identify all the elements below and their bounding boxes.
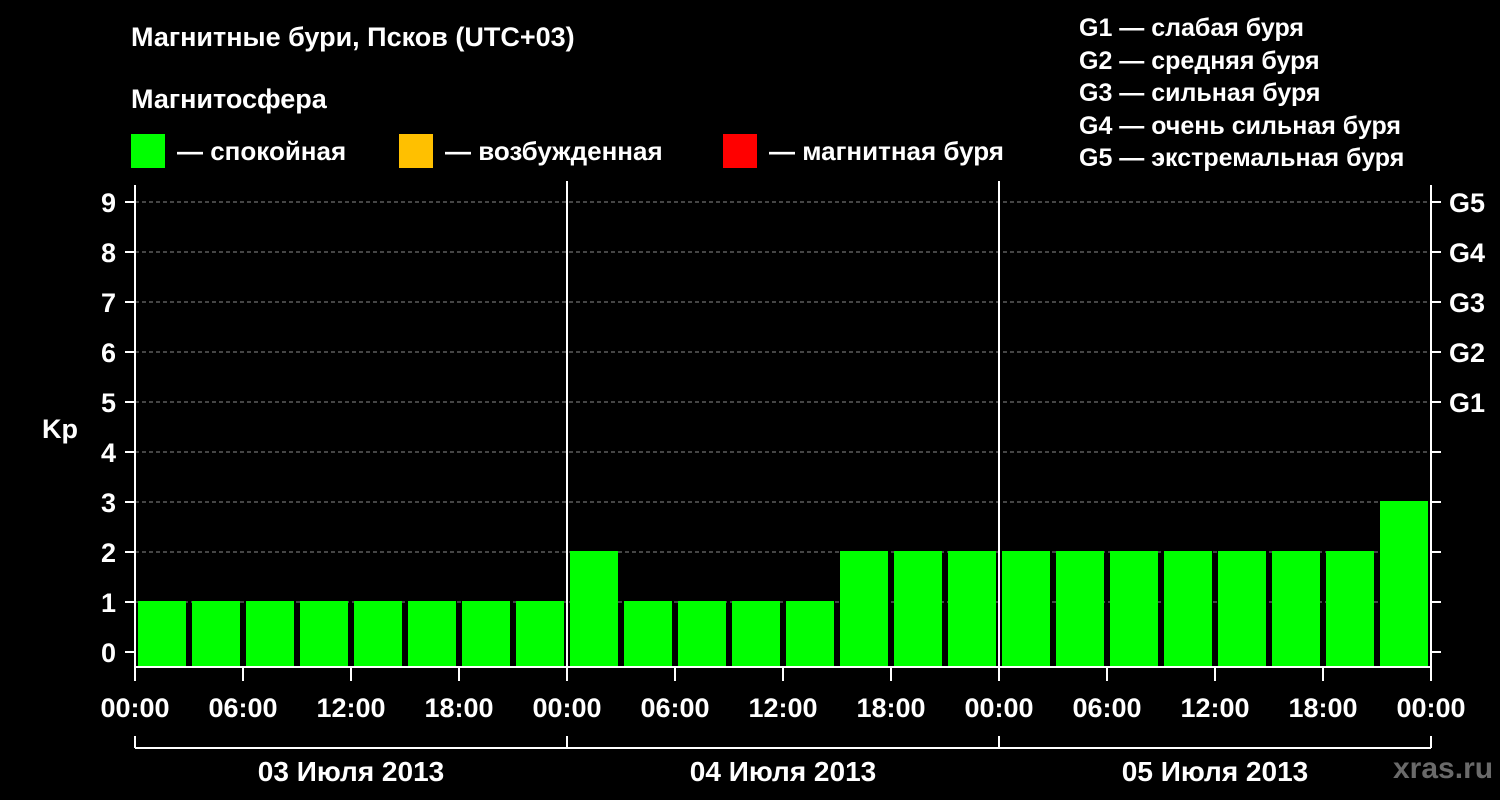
- y-tick-label: 9: [101, 188, 116, 218]
- y-tick-label: 2: [101, 538, 116, 568]
- y-tick-label: 8: [101, 238, 116, 268]
- y-tick-label: 3: [101, 488, 116, 518]
- kp-bar: [894, 551, 942, 667]
- day-label: 04 Июля 2013: [690, 756, 876, 787]
- y-tick-label: 0: [101, 638, 116, 668]
- x-tick-label: 12:00: [316, 693, 385, 723]
- x-tick-label: 18:00: [856, 693, 925, 723]
- kp-bar: [354, 601, 402, 667]
- kp-bar: [678, 601, 726, 667]
- x-tick-label: 00:00: [100, 693, 169, 723]
- x-tick-label: 00:00: [1396, 693, 1465, 723]
- x-tick-label: 06:00: [208, 693, 277, 723]
- kp-bar: [786, 601, 834, 667]
- kp-bar: [1326, 551, 1374, 667]
- g-level-label: G5: [1449, 188, 1485, 218]
- x-tick-label: 18:00: [1288, 693, 1357, 723]
- kp-bar: [246, 601, 294, 667]
- g-level-label: G4: [1449, 238, 1485, 268]
- kp-bar: [516, 601, 564, 667]
- y-tick-label: 1: [101, 588, 116, 618]
- kp-bar: [408, 601, 456, 667]
- kp-bar: [1272, 551, 1320, 667]
- kp-bar: [624, 601, 672, 667]
- kp-bar: [570, 551, 618, 667]
- kp-bar: [192, 601, 240, 667]
- g-level-label: G3: [1449, 288, 1485, 318]
- kp-bar: [1056, 551, 1104, 667]
- watermark: xras.ru: [1393, 752, 1494, 785]
- x-tick-label: 00:00: [964, 693, 1033, 723]
- x-tick-label: 06:00: [1072, 693, 1141, 723]
- kp-bar: [138, 601, 186, 667]
- g-level-label: G2: [1449, 338, 1485, 368]
- y-tick-label: 7: [101, 288, 116, 318]
- x-tick-label: 06:00: [640, 693, 709, 723]
- kp-bar: [732, 601, 780, 667]
- kp-bar: [948, 551, 996, 667]
- y-tick-label: 5: [101, 388, 116, 418]
- y-axis-label: Kp: [42, 414, 78, 444]
- kp-bar: [300, 601, 348, 667]
- day-label: 03 Июля 2013: [258, 756, 444, 787]
- kp-bar: [1164, 551, 1212, 667]
- kp-bar: [462, 601, 510, 667]
- x-tick-label: 00:00: [532, 693, 601, 723]
- kp-bar: [1110, 551, 1158, 667]
- g-level-label: G1: [1449, 388, 1485, 418]
- kp-bar: [1218, 551, 1266, 667]
- kp-chart: 0 1 2 3 4 5 6 7 8 9 G1 G2 G3 G4 G5 Kp 00:00 06:00 12:00 18:…: [42, 181, 1485, 787]
- x-tick-label: 12:00: [748, 693, 817, 723]
- kp-bar: [1380, 501, 1428, 667]
- kp-bar: [840, 551, 888, 667]
- x-tick-label: 18:00: [424, 693, 493, 723]
- day-label: 05 Июля 2013: [1122, 756, 1308, 787]
- x-tick-label: 12:00: [1180, 693, 1249, 723]
- y-tick-label: 4: [101, 438, 116, 468]
- kp-bar: [1002, 551, 1050, 667]
- y-tick-label: 6: [101, 338, 116, 368]
